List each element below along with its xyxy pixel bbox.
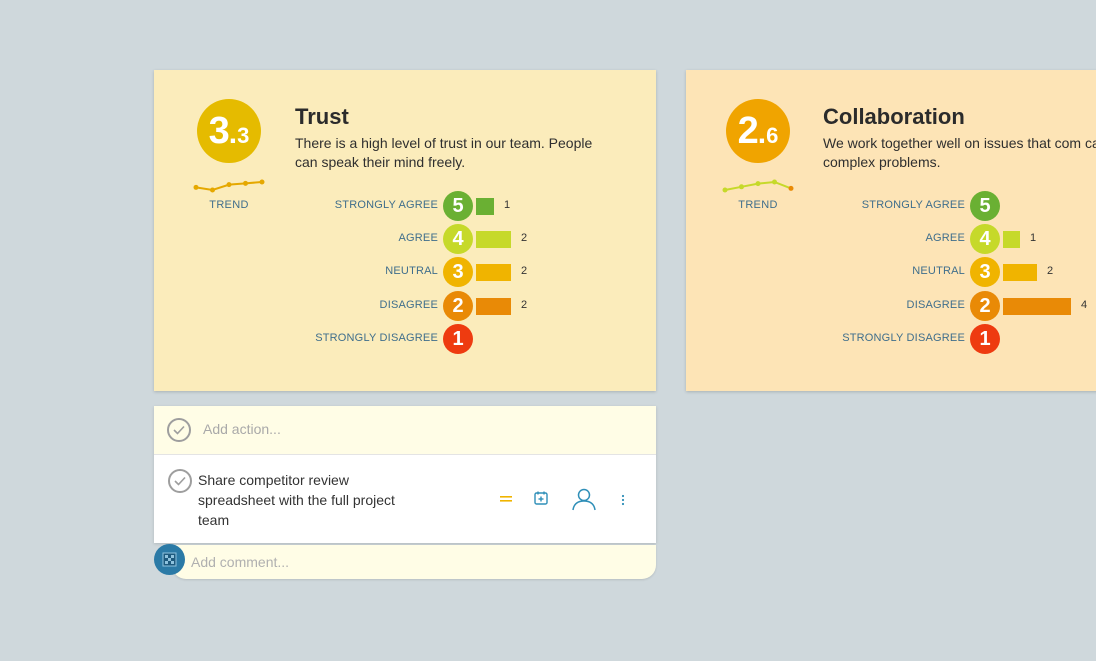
response-value-badge: 5 bbox=[970, 191, 1000, 221]
response-row: DISAGREE 2 2 bbox=[154, 291, 656, 321]
response-count: 4 bbox=[1081, 299, 1088, 311]
average-score-badge: 3.3 bbox=[197, 99, 261, 163]
response-value-badge: 3 bbox=[970, 257, 1000, 287]
question-card-trust: 3.3 TREND Trust There is a high level of… bbox=[154, 70, 656, 391]
response-label: AGREE bbox=[398, 232, 438, 244]
response-count: 2 bbox=[1047, 265, 1054, 277]
response-row: DISAGREE 2 4 bbox=[686, 291, 1096, 321]
score-separator: . bbox=[228, 117, 238, 150]
trend-point bbox=[739, 184, 744, 190]
response-label: STRONGLY AGREE bbox=[334, 199, 438, 211]
trend-point bbox=[193, 184, 199, 190]
trend-point bbox=[243, 180, 248, 186]
response-bar bbox=[476, 231, 511, 248]
action-item-text[interactable]: Share competitor review spreadsheet with… bbox=[198, 470, 418, 530]
response-bar bbox=[1003, 231, 1020, 248]
response-bar bbox=[1003, 264, 1037, 281]
response-count: 2 bbox=[521, 265, 528, 277]
response-value-badge: 1 bbox=[443, 324, 473, 354]
action-list: Add action... Share competitor review sp… bbox=[154, 406, 656, 543]
response-value-badge: 4 bbox=[443, 224, 473, 254]
question-description: There is a high level of trust in our te… bbox=[295, 135, 593, 170]
response-value-badge: 5 bbox=[443, 191, 473, 221]
response-value-badge: 2 bbox=[970, 291, 1000, 321]
priority-icon[interactable] bbox=[499, 494, 513, 504]
response-count: 2 bbox=[521, 232, 528, 244]
add-comment-input[interactable]: Add comment... bbox=[191, 554, 289, 570]
response-row: STRONGLY AGREE 5 bbox=[686, 191, 1096, 221]
trend-point bbox=[226, 182, 232, 188]
question-card-collaboration: 2.6 TREND Collaboration We work together… bbox=[686, 70, 1096, 391]
response-count: 1 bbox=[504, 199, 511, 211]
calendar-icon[interactable] bbox=[533, 490, 549, 506]
response-bar bbox=[1003, 298, 1071, 315]
trend-point bbox=[772, 179, 777, 185]
response-count: 2 bbox=[521, 299, 528, 311]
response-label: STRONGLY AGREE bbox=[861, 199, 965, 211]
more-options-icon[interactable] bbox=[620, 493, 626, 507]
response-label: NEUTRAL bbox=[385, 265, 438, 277]
question-title: Trust bbox=[295, 104, 349, 129]
score-separator: . bbox=[757, 117, 767, 150]
check-circle-icon[interactable] bbox=[167, 418, 191, 442]
response-row: NEUTRAL 3 2 bbox=[154, 257, 656, 287]
response-row: STRONGLY DISAGREE 1 bbox=[154, 324, 656, 354]
response-value-badge: 1 bbox=[970, 324, 1000, 354]
trend-point bbox=[259, 179, 265, 185]
trend-point bbox=[755, 181, 761, 187]
comment-box[interactable]: Add comment... bbox=[172, 545, 656, 579]
response-row: NEUTRAL 3 2 bbox=[686, 257, 1096, 287]
avatar[interactable] bbox=[154, 544, 185, 575]
response-value-badge: 4 bbox=[970, 224, 1000, 254]
response-row: AGREE 4 2 bbox=[154, 224, 656, 254]
response-row: STRONGLY AGREE 5 1 bbox=[154, 191, 656, 221]
response-count: 1 bbox=[1030, 232, 1037, 244]
response-value-badge: 2 bbox=[443, 291, 473, 321]
response-value-badge: 3 bbox=[443, 257, 473, 287]
response-label: DISAGREE bbox=[906, 299, 965, 311]
response-label: STRONGLY DISAGREE bbox=[315, 332, 438, 344]
response-bar bbox=[476, 298, 511, 315]
question-description: We work together well on issues that com… bbox=[823, 135, 1096, 170]
response-row: STRONGLY DISAGREE 1 bbox=[686, 324, 1096, 354]
response-bar bbox=[476, 198, 494, 215]
response-label: STRONGLY DISAGREE bbox=[842, 332, 965, 344]
response-row: AGREE 4 1 bbox=[686, 224, 1096, 254]
score-fraction: 3 bbox=[237, 123, 250, 148]
score-whole: 3 bbox=[208, 110, 230, 152]
add-action-input[interactable]: Add action... bbox=[203, 421, 281, 437]
response-label: AGREE bbox=[925, 232, 965, 244]
response-label: NEUTRAL bbox=[912, 265, 965, 277]
add-action-row[interactable]: Add action... bbox=[154, 406, 656, 455]
score-whole: 2 bbox=[737, 110, 759, 152]
action-item: Share competitor review spreadsheet with… bbox=[154, 455, 656, 543]
score-fraction: 6 bbox=[766, 123, 779, 148]
question-title: Collaboration bbox=[823, 104, 965, 129]
assign-user-icon[interactable] bbox=[571, 487, 597, 511]
average-score-badge: 2.6 bbox=[726, 99, 790, 163]
response-bar bbox=[476, 264, 511, 281]
check-circle-icon[interactable] bbox=[168, 469, 192, 493]
response-label: DISAGREE bbox=[379, 299, 438, 311]
